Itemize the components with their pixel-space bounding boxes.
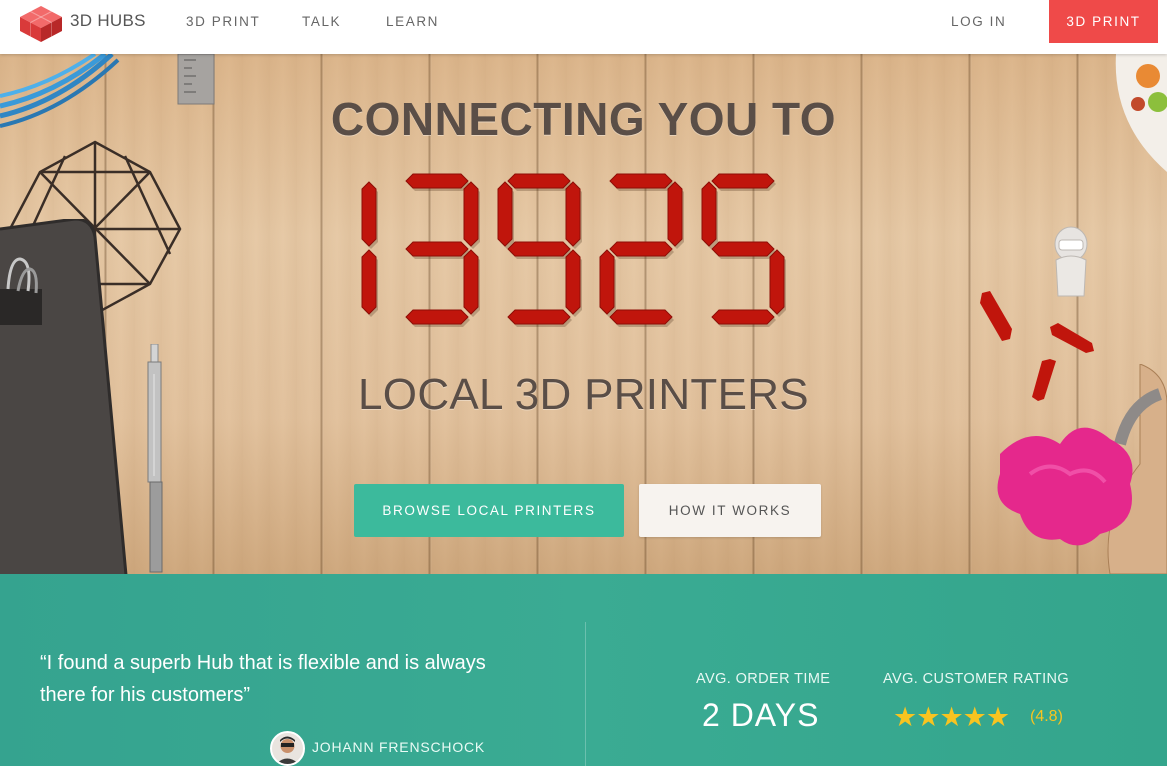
digit-segment [497,181,513,247]
digit-segment [565,249,581,315]
testimonial-author: JOHANN FRENSCHOCK [312,739,486,755]
rating-stars: ★★★★★ [893,702,1010,733]
browse-local-printers-button[interactable]: BROWSE LOCAL PRINTERS [354,484,624,537]
digit-segment [361,181,377,247]
testimonial-quote: “I found a superb Hub that is flexible a… [40,652,486,706]
digit-segment [599,249,615,315]
login-link[interactable]: LOG IN [951,14,1006,29]
star-icon: ★ [962,702,987,732]
nav-link-3d-print[interactable]: 3D PRINT [186,14,260,29]
testimonial-stats-band: “I found a superb Hub that is flexible a… [0,574,1167,766]
avg-customer-rating-value: (4.8) [1030,708,1063,725]
hero-subtitle: LOCAL 3D PRINTERS [358,370,809,419]
digit-segment [405,173,469,189]
avatar [270,731,305,766]
digit-segment [769,249,785,315]
brand-name[interactable]: 3D HUBS [70,11,146,31]
band-divider [585,622,586,766]
digit-segment [463,249,479,315]
nav-link-learn[interactable]: LEARN [386,14,439,29]
digit-segment [711,309,775,325]
nav-link-talk[interactable]: TALK [302,14,341,29]
star-icon: ★ [916,702,940,732]
how-it-works-button[interactable]: HOW IT WORKS [639,484,821,537]
digit-segment [609,241,673,257]
digit-segment [667,181,683,247]
avg-order-time-label: AVG. ORDER TIME [696,671,831,687]
digit-segment [711,241,775,257]
digit-segment [405,241,469,257]
avg-customer-rating-label: AVG. CUSTOMER RATING [883,671,1070,687]
digit-segment [361,249,377,315]
digit-segment [565,181,581,247]
hero-section: CONNECTING YOU TO LOCAL 3D PRINTERS BROW… [0,54,1167,574]
digit-segment [711,173,775,189]
avg-order-time-value: 2 DAYS [702,697,820,733]
digit-segment [701,181,717,247]
digit-segment [507,173,571,189]
star-icon: ★ [939,702,963,732]
digit-segment [609,173,673,189]
star-icon: ★ [985,702,1010,732]
digit-segment [507,309,571,325]
printer-count-display [361,173,786,327]
star-icon: ★ [893,702,917,732]
digit-segment [507,241,571,257]
digit-segment [609,309,673,325]
nav-3d-print-button[interactable]: 3D PRINT [1049,0,1158,43]
top-navigation: 3D HUBS 3D PRINT TALK LEARN LOG IN 3D PR… [0,0,1167,54]
digit-segment [405,309,469,325]
3d-hubs-logo-icon[interactable] [18,4,64,44]
digit-segment [463,181,479,247]
